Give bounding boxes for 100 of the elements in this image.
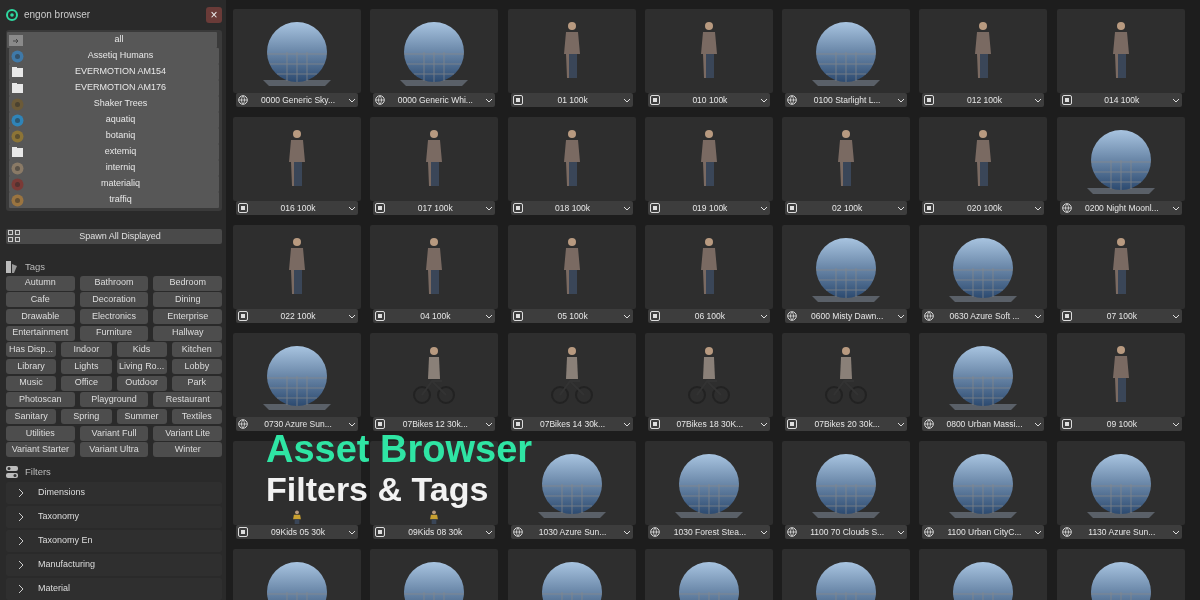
library-item[interactable]: interniq (9, 160, 219, 176)
tag-button[interactable]: Lobby (171, 359, 222, 374)
filter-expander[interactable]: Material (6, 578, 222, 600)
emblem-icon (11, 97, 24, 111)
asset-name-dropdown[interactable]: 022 100k (236, 309, 358, 323)
asset-name-dropdown[interactable]: 1030 Forest Stea... (647, 525, 770, 539)
asset-name-dropdown[interactable]: 05 100k (510, 309, 633, 323)
tag-button[interactable]: Lights (61, 359, 112, 374)
caret-icon (348, 204, 356, 212)
tag-button[interactable]: Entertainment (6, 325, 75, 341)
asset-name-dropdown[interactable]: 07Bikes 20 30k... (785, 417, 908, 431)
asset-name-dropdown[interactable]: 0600 Misty Dawn... (785, 309, 908, 323)
library-item[interactable]: EVERMOTION AM176 (9, 80, 219, 96)
tag-button[interactable]: Outdoor (116, 375, 167, 391)
tag-button[interactable]: Drawable (6, 308, 75, 324)
caret-icon (759, 420, 768, 428)
filter-expander[interactable]: Taxonomy (6, 505, 222, 528)
tag-button[interactable]: Summer (116, 409, 167, 425)
library-item[interactable]: extemiq (9, 144, 219, 160)
tag-button[interactable]: Photoscan (6, 392, 75, 408)
asset-name-dropdown[interactable]: 1030 Azure Sun... (510, 525, 633, 539)
tag-button[interactable]: Utilities (6, 425, 75, 441)
tag-button[interactable]: Cafe (6, 292, 75, 308)
asset-name-dropdown[interactable]: 010 100k (647, 93, 770, 107)
asset-name-dropdown[interactable]: 0000 Generic Sky... (236, 93, 358, 107)
asset-name-dropdown[interactable]: 1100 Urban CityC... (922, 525, 1045, 539)
asset-name-dropdown[interactable]: 07Bikes 14 30k... (510, 417, 633, 431)
library-item[interactable]: EVERMOTION AM154 (9, 64, 219, 80)
asset-name-dropdown[interactable]: 0800 Urban Massi... (922, 417, 1045, 431)
tag-button[interactable]: Park (171, 375, 222, 391)
asset-name-dropdown[interactable]: 0200 Night Moonl... (1059, 201, 1182, 215)
emblem-icon (11, 49, 24, 63)
library-item[interactable]: aquatiq (9, 112, 219, 128)
caret-icon (1171, 204, 1180, 212)
caret-icon (485, 96, 494, 104)
asset-name-dropdown[interactable]: 09Kids 05 30k (236, 525, 358, 539)
library-item[interactable]: traffiq (9, 192, 219, 208)
tag-button[interactable]: Music (6, 375, 57, 391)
tag-button[interactable]: Dining (153, 292, 222, 308)
tag-button[interactable]: Furniture (79, 325, 149, 341)
asset-name-dropdown[interactable]: 014 100k (1059, 93, 1182, 107)
tag-button[interactable]: Variant Full (79, 425, 149, 441)
tag-button[interactable]: Bedroom (153, 275, 222, 291)
tag-button[interactable]: Variant Ultra (79, 442, 149, 458)
tag-button[interactable]: Hallway (153, 325, 222, 341)
tag-button[interactable]: Playground (79, 392, 149, 408)
tag-button[interactable]: Textiles (171, 409, 222, 425)
tag-button[interactable]: Sanitary (6, 409, 57, 425)
tag-button[interactable]: Winter (153, 442, 222, 458)
library-item[interactable]: Assetiq Humans (9, 48, 219, 64)
asset-name-dropdown[interactable]: 09 100k (1059, 417, 1182, 431)
asset-name-dropdown[interactable]: 1130 Azure Sun... (1059, 525, 1182, 539)
asset-name-dropdown[interactable]: 020 100k (922, 201, 1045, 215)
tag-button[interactable]: Autumn (6, 275, 75, 291)
tag-button[interactable]: Kids (116, 342, 167, 358)
tag-button[interactable]: Has Disp... (6, 342, 57, 358)
tag-button[interactable]: Variant Starter (6, 442, 75, 458)
caret-icon (1034, 528, 1043, 536)
asset-name-dropdown[interactable]: 019 100k (647, 201, 770, 215)
library-item[interactable]: materialiq (9, 176, 219, 192)
tag-button[interactable]: Living Ro... (116, 359, 167, 374)
tag-button[interactable]: Bathroom (79, 275, 149, 291)
library-item[interactable]: Shaker Trees (9, 96, 219, 112)
asset-name-dropdown[interactable]: 06 100k (647, 309, 770, 323)
asset-name-dropdown[interactable]: 017 100k (373, 201, 496, 215)
asset-name-dropdown[interactable]: 0100 Starlight L... (785, 93, 908, 107)
tag-button[interactable]: Office (61, 375, 112, 391)
asset-name-dropdown[interactable]: 1100 70 Clouds S... (785, 525, 908, 539)
tag-button[interactable]: Library (6, 359, 57, 374)
library-item[interactable]: botaniq (9, 128, 219, 144)
asset-name-dropdown[interactable]: 01 100k (510, 93, 633, 107)
tag-button[interactable]: Spring (61, 409, 112, 425)
spawn-all-button[interactable]: Spawn All Displayed (6, 228, 222, 244)
tag-button[interactable]: Kitchen (171, 342, 222, 358)
asset-name-dropdown[interactable]: 07Bikes 18 30K... (647, 417, 770, 431)
asset-name-dropdown[interactable]: 012 100k (922, 93, 1045, 107)
caret-icon (622, 96, 631, 104)
filter-expander[interactable]: Manufacturing (6, 553, 222, 576)
asset-name-dropdown[interactable]: 018 100k (510, 201, 633, 215)
library-item[interactable]: all (7, 32, 217, 48)
caret-icon (485, 204, 494, 212)
filter-expander[interactable]: Dimensions (6, 481, 222, 504)
tag-button[interactable]: Variant Lite (153, 425, 222, 441)
tag-button[interactable]: Electronics (79, 308, 149, 324)
asset-name-dropdown[interactable]: 016 100k (236, 201, 358, 215)
asset-name-dropdown[interactable]: 09Kids 08 30k (373, 525, 496, 539)
asset-name-dropdown[interactable]: 0730 Azure Sun... (236, 417, 358, 431)
tag-button[interactable]: Restaurant (153, 392, 222, 408)
asset-name-dropdown[interactable]: 02 100k (785, 201, 908, 215)
filter-expander[interactable]: Taxonomy En (6, 529, 222, 552)
tag-button[interactable]: Decoration (79, 292, 149, 308)
asset-name-dropdown[interactable]: 0000 Generic Whi... (373, 93, 496, 107)
tag-button[interactable]: Indoor (61, 342, 112, 358)
tag-button[interactable]: Enterprise (153, 308, 222, 324)
child-figure-drawing (290, 510, 304, 524)
asset-name-dropdown[interactable]: 04 100k (373, 309, 496, 323)
asset-name-dropdown[interactable]: 07Bikes 12 30k... (373, 417, 496, 431)
asset-name-dropdown[interactable]: 0630 Azure Soft ... (922, 309, 1045, 323)
close-button[interactable]: × (206, 6, 222, 23)
asset-name-dropdown[interactable]: 07 100k (1059, 309, 1182, 323)
